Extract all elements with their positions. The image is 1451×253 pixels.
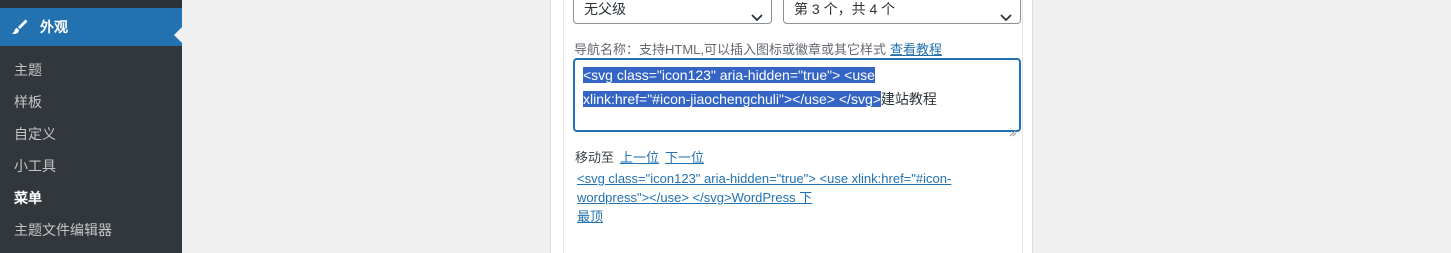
paintbrush-icon: [10, 17, 30, 37]
submenu-item-theme-file-editor[interactable]: 主题文件编辑器: [0, 214, 182, 246]
original-link-line3: 最顶: [577, 209, 604, 224]
view-tutorial-link[interactable]: 查看教程: [890, 42, 942, 57]
menu-item-appearance[interactable]: 外观: [0, 8, 182, 46]
order-select[interactable]: 第 3 个，共 4 个: [783, 0, 1021, 24]
textarea-trailing-text: 建站教程: [880, 91, 937, 107]
submenu-item-themes[interactable]: 主题: [0, 54, 182, 86]
chevron-down-icon: [1000, 4, 1012, 22]
selected-text-line1: <svg class="icon123" aria-hidden="true">…: [583, 67, 875, 83]
active-menu-arrow: [174, 27, 182, 43]
parent-select-value: 无父级: [584, 1, 626, 17]
original-link-line1: <svg class="icon123" aria-hidden="true">…: [577, 171, 952, 186]
navigation-label-caption: 导航名称：支持HTML,可以插入图标或徽章或其它样式 查看教程: [574, 39, 942, 58]
move-down-link[interactable]: 下一位: [665, 150, 704, 165]
admin-sidebar: 外观 主题 样板 自定义 小工具 菜单 主题文件编辑器: [0, 0, 182, 253]
submenu-item-widgets[interactable]: 小工具: [0, 150, 182, 182]
order-select-value: 第 3 个，共 4 个: [794, 1, 896, 17]
selected-text-line2: xlink:href="#icon-jiaochengchuli"></use>…: [583, 91, 881, 107]
move-up-link[interactable]: 上一位: [620, 150, 659, 165]
original-link-line2: wordpress"></use> </svg>WordPress 下: [577, 190, 813, 205]
navigation-label-text: 导航名称：支持HTML,可以插入图标或徽章或其它样式: [574, 42, 887, 57]
submenu-item-menus[interactable]: 菜单: [0, 182, 182, 214]
parent-select[interactable]: 无父级: [573, 0, 772, 24]
menu-item-appearance-label: 外观: [40, 19, 68, 35]
submenu-item-patterns[interactable]: 样板: [0, 86, 182, 118]
resize-handle-icon[interactable]: [1009, 120, 1017, 137]
appearance-submenu: 主题 样板 自定义 小工具 菜单 主题文件编辑器: [0, 46, 182, 253]
submenu-item-customize[interactable]: 自定义: [0, 118, 182, 150]
original-link[interactable]: <svg class="icon123" aria-hidden="true">…: [577, 169, 1017, 226]
navigation-label-textarea[interactable]: <svg class="icon123" aria-hidden="true">…: [573, 58, 1021, 137]
chevron-down-icon: [751, 4, 763, 22]
move-controls: 移动至 上一位 下一位: [575, 147, 704, 166]
move-label: 移动至: [575, 150, 615, 165]
sidebar-top-strip: [0, 0, 182, 8]
